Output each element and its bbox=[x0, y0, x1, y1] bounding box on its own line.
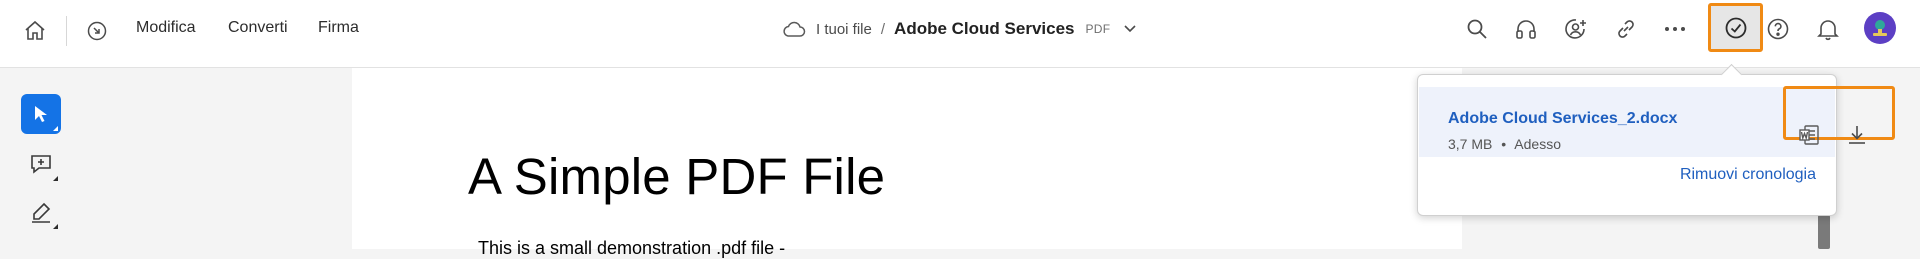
downloads-button[interactable] bbox=[1708, 3, 1763, 52]
clear-history-link[interactable]: Rimuovi cronologia bbox=[1680, 166, 1816, 184]
more-icon[interactable] bbox=[1660, 14, 1690, 44]
draw-icon bbox=[29, 200, 53, 224]
menu-modifica[interactable]: Modifica bbox=[136, 17, 196, 39]
downloads-popover: Adobe Cloud Services_2.docx 3,7 MB • Ade… bbox=[1417, 74, 1895, 216]
add-comment-icon bbox=[29, 152, 53, 176]
home-icon[interactable] bbox=[20, 16, 50, 46]
download-file-name[interactable]: Adobe Cloud Services_2.docx bbox=[1448, 110, 1677, 128]
tool-expand-corner bbox=[53, 176, 58, 181]
tool-expand-corner bbox=[53, 224, 58, 229]
add-user-icon[interactable] bbox=[1561, 14, 1591, 44]
cloud-icon bbox=[782, 20, 806, 38]
select-icon bbox=[32, 104, 50, 124]
breadcrumb-separator: / bbox=[880, 20, 886, 38]
select-tool[interactable] bbox=[21, 94, 61, 134]
link-icon[interactable] bbox=[1611, 14, 1641, 44]
tool-expand-corner bbox=[53, 126, 58, 131]
top-bar: Modifica Converti Firma I tuoi file / Ad… bbox=[0, 0, 1920, 68]
draw-tool[interactable] bbox=[21, 192, 61, 232]
search-icon[interactable] bbox=[1462, 14, 1492, 44]
headset-icon[interactable] bbox=[1511, 14, 1541, 44]
avatar[interactable] bbox=[1864, 12, 1896, 44]
file-time: Adesso bbox=[1514, 136, 1561, 152]
download-button[interactable] bbox=[1839, 117, 1875, 153]
document-type: PDF bbox=[1085, 22, 1111, 36]
word-file-icon bbox=[1797, 123, 1821, 147]
menu-firma[interactable]: Firma bbox=[318, 17, 359, 39]
download-item[interactable]: Adobe Cloud Services_2.docx 3,7 MB • Ade… bbox=[1419, 86, 1895, 157]
help-icon[interactable] bbox=[1763, 14, 1793, 44]
check-circle-icon bbox=[1723, 15, 1749, 41]
recent-icon[interactable] bbox=[82, 16, 112, 46]
chevron-down-icon[interactable] bbox=[1124, 25, 1136, 33]
left-toolbar bbox=[0, 68, 84, 249]
header-divider bbox=[66, 16, 67, 46]
breadcrumb: I tuoi file / Adobe Cloud Services PDF bbox=[782, 16, 1136, 42]
document-title: A Simple PDF File bbox=[468, 148, 886, 205]
document-name[interactable]: Adobe Cloud Services bbox=[894, 19, 1074, 39]
breadcrumb-root[interactable]: I tuoi file bbox=[816, 21, 872, 38]
scrollbar[interactable] bbox=[1818, 215, 1830, 249]
download-icon bbox=[1845, 123, 1869, 147]
meta-bullet: • bbox=[1501, 136, 1507, 152]
bell-icon[interactable] bbox=[1813, 14, 1843, 44]
menu-converti[interactable]: Converti bbox=[228, 17, 288, 39]
open-in-word-button[interactable] bbox=[1791, 117, 1827, 153]
file-size: 3,7 MB bbox=[1448, 136, 1493, 152]
comment-tool[interactable] bbox=[21, 144, 61, 184]
download-file-meta: 3,7 MB • Adesso bbox=[1448, 136, 1561, 152]
